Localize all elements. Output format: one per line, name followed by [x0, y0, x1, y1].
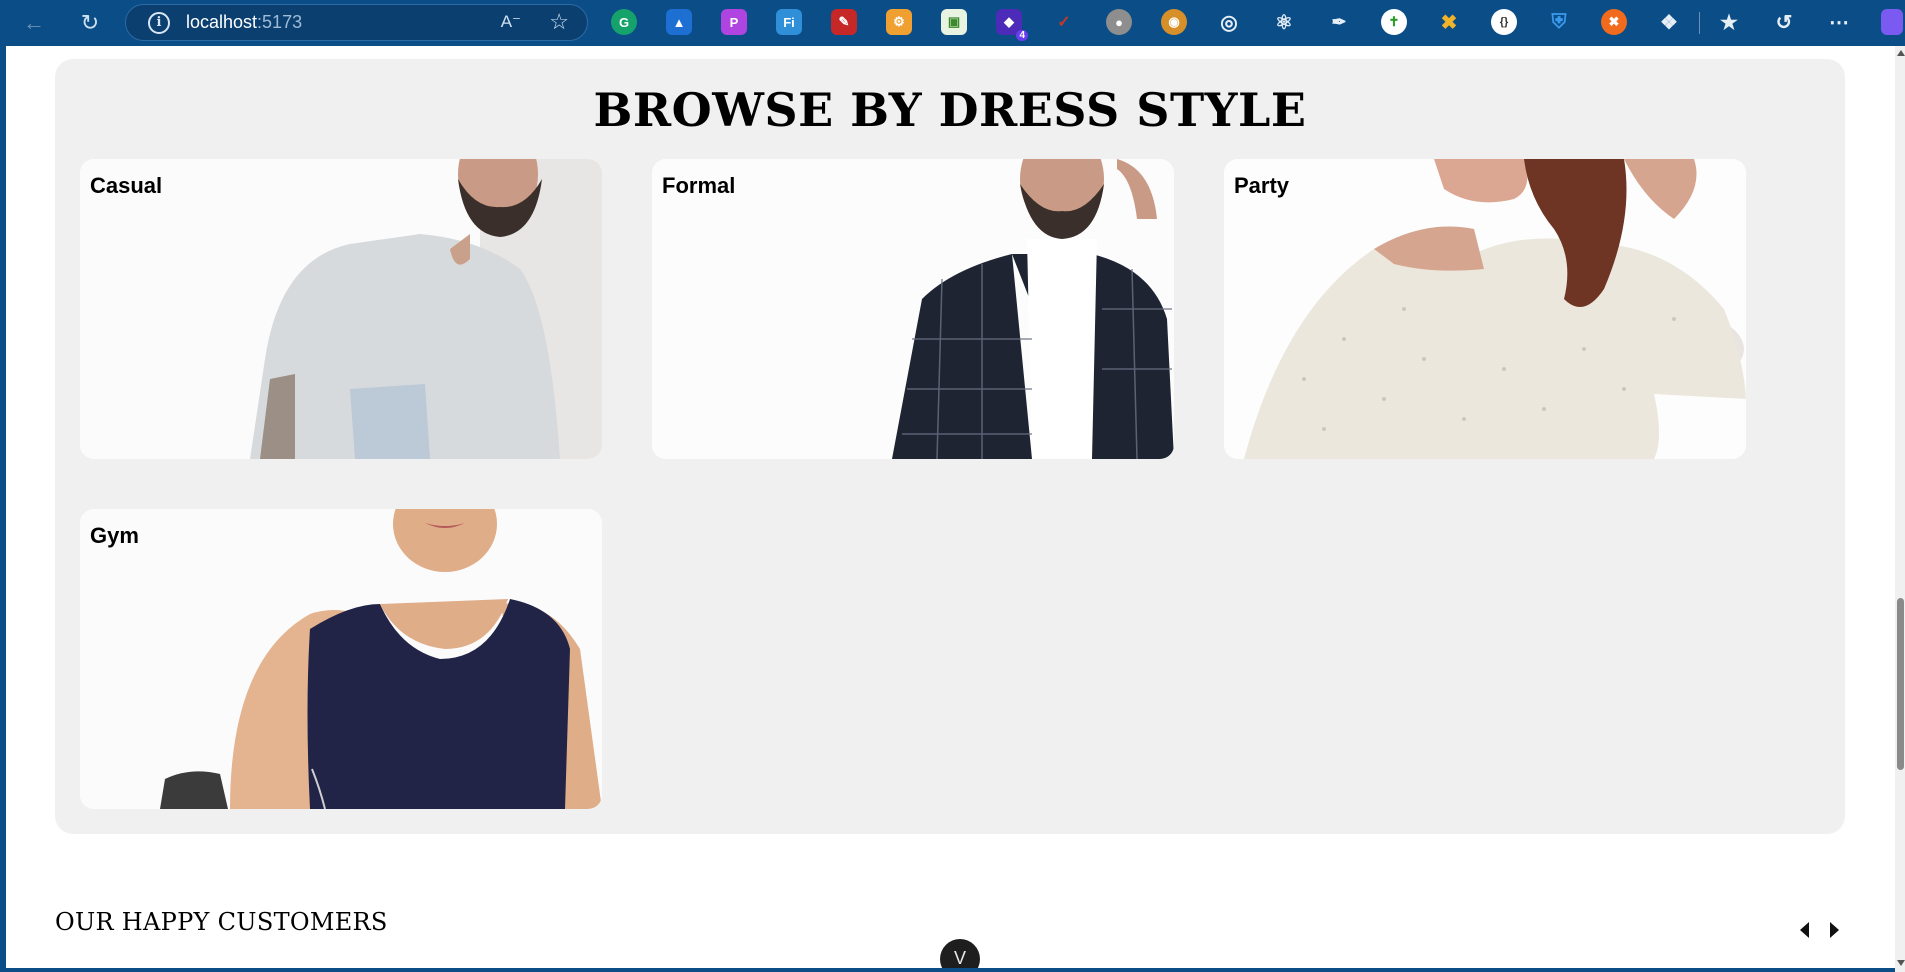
ext-p-icon[interactable]: P — [721, 9, 747, 35]
dress-style-section: BROWSE BY DRESS STYLE Casual Formal Part… — [55, 59, 1845, 834]
url-text[interactable]: localhost:5173 — [186, 12, 302, 33]
floating-vue-devtools-button[interactable]: V — [940, 939, 980, 968]
read-aloud-icon[interactable]: A⁻ — [501, 12, 521, 32]
eyedropper-icon[interactable]: ✒ — [1326, 9, 1352, 35]
grammarly-icon[interactable]: G — [611, 9, 637, 35]
card-casual[interactable]: Casual — [80, 159, 602, 459]
address-bar[interactable]: i localhost:5173 A⁻ ☆ — [125, 4, 588, 41]
casual-photo — [80, 159, 602, 459]
party-photo — [1224, 159, 1746, 459]
customers-title: OUR HAPPY CUSTOMERS — [55, 908, 388, 936]
carousel-next-icon[interactable] — [1830, 922, 1839, 938]
ext-image-icon[interactable]: ▣ — [941, 9, 967, 35]
card-label: Formal — [662, 173, 736, 198]
site-info-icon[interactable]: i — [148, 11, 170, 34]
extensions-puzzle-icon[interactable]: ❖ — [1656, 9, 1682, 35]
carousel-prev-icon[interactable] — [1800, 922, 1809, 938]
page-viewport: BROWSE BY DRESS STYLE Casual Formal Part… — [6, 46, 1895, 968]
ext-json-icon[interactable]: {} — [1491, 9, 1517, 35]
copilot-icon[interactable] — [1881, 9, 1903, 35]
target-icon[interactable]: ◎ — [1216, 9, 1242, 35]
graduation-cap-icon[interactable]: ▲ — [666, 9, 692, 35]
more-menu-icon[interactable]: ⋯ — [1826, 9, 1852, 35]
url-port: :5173 — [257, 12, 303, 32]
ext-cube-icon[interactable]: ◆ 4 — [996, 9, 1028, 41]
react-atom-icon[interactable]: ⚛ — [1271, 9, 1297, 35]
history-icon[interactable]: ↺ — [1771, 9, 1797, 35]
scroll-thumb[interactable] — [1897, 598, 1904, 770]
ext-orange-icon[interactable]: ✖ — [1601, 9, 1627, 35]
ext-gear-icon[interactable]: ⚙ — [886, 9, 912, 35]
scrollbar[interactable] — [1895, 46, 1905, 972]
toolbar-divider — [1699, 12, 1700, 34]
url-host: localhost — [186, 12, 258, 32]
ext-pen-icon[interactable]: ✎ — [831, 9, 857, 35]
browser-toolbar: ← ↻ i localhost:5173 A⁻ ☆ G ▲ P Fi ✎ ⚙ ▣… — [0, 0, 1905, 46]
shield-icon[interactable]: ⛨ — [1546, 9, 1572, 35]
favorites-icon[interactable]: ★ — [1716, 9, 1742, 35]
favorite-star-icon[interactable]: ☆ — [549, 9, 569, 35]
card-label: Casual — [90, 173, 163, 198]
ext-owl-icon[interactable]: ● — [1106, 9, 1132, 35]
card-gym[interactable]: Gym — [80, 509, 602, 809]
extension-badge: 4 — [1016, 30, 1028, 41]
ext-check-icon[interactable]: ✓ — [1051, 9, 1077, 35]
scroll-up-icon[interactable] — [1897, 50, 1905, 56]
cookie-icon[interactable]: ◉ — [1161, 9, 1187, 35]
scroll-down-icon[interactable] — [1897, 960, 1905, 966]
back-arrow-icon[interactable]: ← — [14, 3, 54, 43]
card-label: Party — [1234, 173, 1290, 198]
formal-photo — [652, 159, 1174, 459]
ext-fi-icon[interactable]: Fi — [776, 9, 802, 35]
card-label: Gym — [90, 523, 139, 548]
gym-photo — [80, 509, 602, 809]
reload-icon[interactable]: ↻ — [70, 3, 110, 43]
ext-color-icon[interactable]: ✝ — [1381, 9, 1407, 35]
ext-x-icon[interactable]: ✖ — [1436, 9, 1462, 35]
card-party[interactable]: Party — [1224, 159, 1746, 459]
card-formal[interactable]: Formal — [652, 159, 1174, 459]
section-title: BROWSE BY DRESS STYLE — [593, 83, 1307, 137]
